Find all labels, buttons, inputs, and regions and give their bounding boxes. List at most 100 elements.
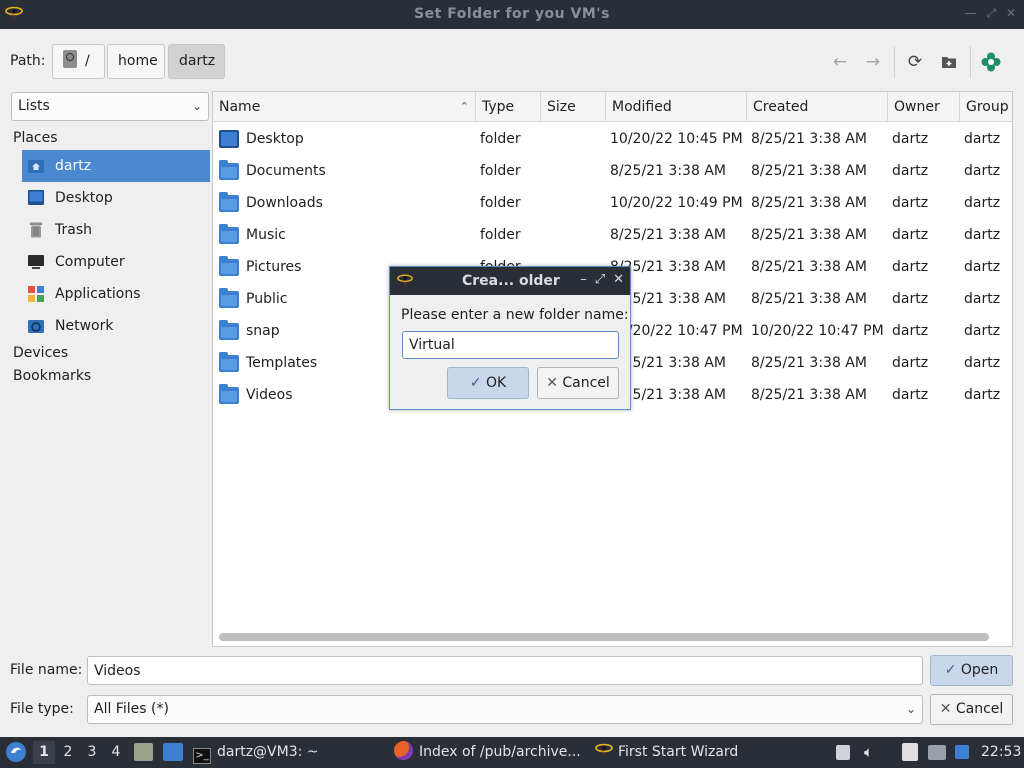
minimize-icon[interactable]: —: [964, 6, 976, 21]
column-header-owner[interactable]: Owner: [888, 92, 960, 122]
terminal-icon: >_: [193, 748, 211, 764]
bookmarks-label[interactable]: Bookmarks: [13, 368, 91, 384]
music-folder-icon: [219, 224, 239, 244]
show-desktop-icon[interactable]: [163, 743, 183, 761]
clock[interactable]: 22:53: [981, 737, 1021, 768]
minimize-icon[interactable]: –: [580, 272, 587, 287]
sidebar-item-dartz[interactable]: dartz: [22, 150, 210, 182]
public-folder-icon: [219, 288, 239, 308]
path-crumb-dartz[interactable]: dartz: [168, 44, 225, 79]
filetype-label: File type:: [10, 701, 74, 717]
horizontal-scrollbar[interactable]: [219, 633, 989, 641]
workspace-2[interactable]: 2: [57, 741, 79, 764]
column-header-size[interactable]: Size: [541, 92, 606, 122]
file-manager-icon[interactable]: [134, 743, 153, 761]
notification-icon[interactable]: [955, 745, 969, 759]
filename-label: File name:: [10, 662, 83, 678]
folder-name-input[interactable]: [402, 331, 619, 359]
documents-folder-icon: [219, 160, 239, 180]
dialog-titlebar: Crea... older – ⤢ ✕: [390, 267, 630, 295]
toolbar-separator: [894, 46, 895, 78]
new-folder-button[interactable]: [937, 50, 961, 74]
snap-folder-icon: [219, 320, 239, 340]
column-header-group[interactable]: Group: [960, 92, 1012, 122]
chevron-down-icon: ⌄: [191, 99, 202, 113]
back-button[interactable]: ←: [828, 50, 852, 74]
network-status-icon[interactable]: [928, 745, 946, 760]
updates-icon[interactable]: [836, 745, 850, 760]
toolbar-separator: [970, 46, 971, 78]
pictures-folder-icon: [219, 256, 239, 276]
open-button[interactable]: ✓ Open: [930, 655, 1013, 686]
workspace-3[interactable]: 3: [81, 741, 103, 764]
network-icon: [28, 320, 44, 333]
path-crumb-root-label: /: [85, 53, 90, 69]
computer-icon: [28, 255, 44, 269]
path-crumb-root[interactable]: /: [52, 44, 105, 79]
dialog-cancel-button[interactable]: ✕ Cancel: [537, 367, 619, 399]
workspace-1[interactable]: 1: [33, 741, 55, 764]
chevron-down-icon: ⌄: [905, 702, 916, 716]
close-icon[interactable]: ✕: [1006, 6, 1016, 21]
filename-input[interactable]: [87, 656, 923, 685]
column-header-modified[interactable]: Modified: [606, 92, 747, 122]
flower-icon: [981, 52, 1001, 72]
devices-label[interactable]: Devices: [13, 345, 68, 361]
reload-button[interactable]: ⟳: [903, 50, 927, 74]
sidebar-item-network[interactable]: Network: [22, 310, 210, 342]
window-title: Set Folder for you VM's: [414, 6, 610, 22]
trash-icon: [30, 222, 42, 238]
table-row[interactable]: Music folder 8/25/21 3:38 AM 8/25/21 3:3…: [213, 219, 1012, 251]
file-list-header: Name ⌃ Type Size Modified Created Owner …: [213, 92, 1012, 122]
app-logo-icon: [397, 274, 413, 288]
task-firefox[interactable]: Index of /pub/archive...: [394, 737, 581, 768]
reload-icon: ⟳: [907, 52, 923, 72]
table-row[interactable]: Desktop folder 10/20/22 10:45 PM 8/25/21…: [213, 123, 1012, 155]
filetype-select[interactable]: All Files (*) ⌄: [87, 695, 923, 724]
forward-button[interactable]: →: [861, 50, 885, 74]
task-first-start-wizard[interactable]: First Start Wizard: [594, 737, 738, 768]
ok-button[interactable]: ✓ OK: [447, 367, 529, 399]
dialog-prompt: Please enter a new folder name:: [401, 307, 629, 323]
start-menu-icon[interactable]: [5, 741, 27, 763]
sidebar-item-applications[interactable]: Applications: [22, 278, 210, 310]
root-drive-icon: [63, 50, 77, 68]
desktop-icon: [28, 190, 44, 205]
cancel-button[interactable]: ✕ Cancel: [930, 694, 1013, 725]
templates-folder-icon: [219, 352, 239, 372]
maximize-icon[interactable]: ⤢: [986, 6, 996, 21]
taskbar: 1 2 3 4 >_ dartz@VM3: ~ Index of /pub/arc…: [0, 737, 1024, 768]
videos-folder-icon: [219, 384, 239, 404]
dialog-title: Crea... older: [462, 273, 560, 289]
places-label: Places: [13, 130, 58, 146]
workspace-4[interactable]: 4: [105, 741, 127, 764]
column-header-type[interactable]: Type: [476, 92, 541, 122]
home-folder-icon: [28, 160, 44, 173]
app-flower-button[interactable]: [979, 50, 1003, 74]
task-terminal[interactable]: >_ dartz@VM3: ~: [193, 737, 319, 768]
sidebar-item-computer[interactable]: Computer: [22, 246, 210, 278]
checkmark-icon: ✓: [469, 375, 482, 391]
close-icon[interactable]: ✕: [613, 272, 624, 287]
window-titlebar: Set Folder for you VM's — ⤢ ✕: [0, 0, 1024, 29]
table-row[interactable]: Downloads folder 10/20/22 10:49 PM 8/25/…: [213, 187, 1012, 219]
column-header-name[interactable]: Name ⌃: [213, 92, 476, 122]
volume-icon[interactable]: 🔈︎: [864, 743, 873, 761]
new-folder-icon: [942, 57, 956, 68]
create-folder-dialog: Crea... older – ⤢ ✕ Please enter a new f…: [389, 266, 631, 410]
lists-select[interactable]: Lists ⌄: [11, 92, 209, 121]
sidebar-item-trash[interactable]: Trash: [22, 214, 210, 246]
table-row[interactable]: Documents folder 8/25/21 3:38 AM 8/25/21…: [213, 155, 1012, 187]
maximize-icon[interactable]: ⤢: [595, 272, 605, 287]
desktop-folder-icon: [219, 130, 239, 148]
sort-ascending-icon: ⌃: [459, 100, 469, 113]
column-header-created[interactable]: Created: [747, 92, 888, 122]
path-label: Path:: [10, 53, 46, 69]
clipboard-icon[interactable]: [902, 743, 918, 761]
downloads-folder-icon: [219, 192, 239, 212]
path-crumb-home[interactable]: home: [107, 44, 165, 79]
sidebar-item-desktop[interactable]: Desktop: [22, 182, 210, 214]
arrow-right-icon: →: [865, 52, 881, 72]
checkmark-icon: ✓: [944, 662, 957, 678]
app-logo-icon: [595, 743, 613, 758]
